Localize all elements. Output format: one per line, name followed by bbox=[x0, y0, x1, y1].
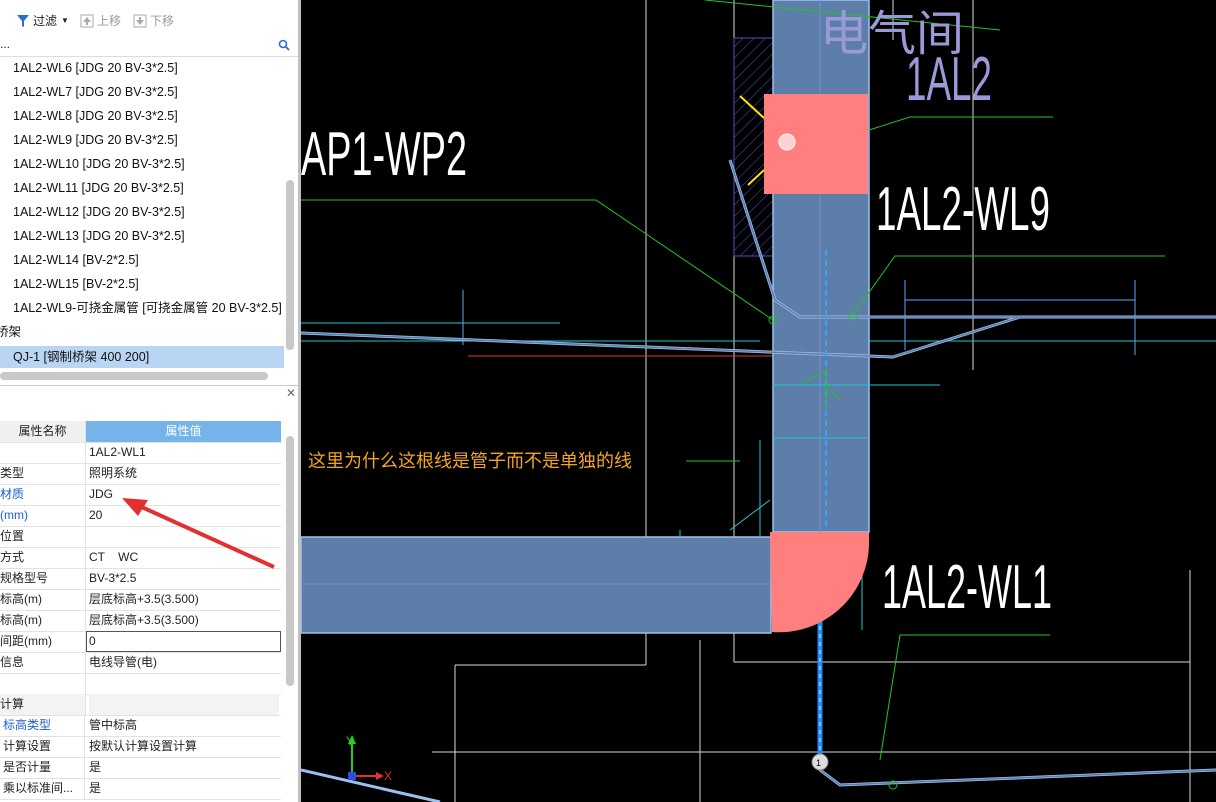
property-name: 计算设置 bbox=[0, 736, 85, 757]
property-row[interactable]: 信息 电线导管(电) bbox=[0, 652, 281, 674]
panel-divider bbox=[0, 385, 298, 400]
search-field[interactable]: ... bbox=[0, 36, 298, 57]
property-row[interactable]: 标高类型 管中标高 bbox=[0, 715, 281, 737]
property-row[interactable] bbox=[0, 673, 281, 695]
property-value-header: 属性值 bbox=[86, 421, 281, 442]
tree-item[interactable]: 1AL2-WL6 [JDG 20 BV-3*2.5] bbox=[13, 57, 178, 79]
tree-horizontal-scrollbar[interactable] bbox=[0, 372, 268, 380]
move-down-button[interactable]: 下移 bbox=[133, 12, 174, 30]
red-arrow-overlay bbox=[122, 498, 275, 569]
tree-item[interactable]: 1AL2-WL13 [JDG 20 BV-3*2.5] bbox=[13, 225, 185, 247]
property-value[interactable]: 是 bbox=[89, 778, 279, 799]
label-ap1-wp2: AP1-WP2 bbox=[301, 120, 467, 189]
tree-item[interactable]: 1AL2-WL15 [BV-2*2.5] bbox=[13, 273, 139, 295]
property-name: 信息 bbox=[0, 652, 86, 673]
red-arrow-line bbox=[134, 502, 275, 569]
tree-item-selected[interactable]: QJ-1 [钢制桥架 400 200] bbox=[0, 346, 284, 368]
axis-y-label: Y bbox=[346, 734, 354, 748]
property-value[interactable]: 电线导管(电) bbox=[89, 652, 279, 673]
tree-item[interactable]: 1AL2-WL8 [JDG 20 BV-3*2.5] bbox=[13, 105, 178, 127]
tree-item[interactable]: 1AL2-WL7 [JDG 20 BV-3*2.5] bbox=[13, 81, 178, 103]
search-icon[interactable] bbox=[278, 39, 290, 51]
property-row[interactable]: 标高(m) 层底标高+3.5(3.500) bbox=[0, 610, 281, 632]
property-group-name: 计算 bbox=[0, 694, 86, 715]
tree-item[interactable]: 1AL2-WL12 [JDG 20 BV-3*2.5] bbox=[13, 201, 185, 223]
tree-item[interactable]: 1AL2-WL9 [JDG 20 BV-3*2.5] bbox=[13, 129, 178, 151]
property-value[interactable] bbox=[89, 673, 279, 694]
tree-group-label[interactable]: 桥架 bbox=[0, 321, 21, 343]
component-tree: 1AL2-WL6 [JDG 20 BV-3*2.5] 1AL2-WL7 [JDG… bbox=[0, 57, 296, 373]
filter-button[interactable]: 过滤 ▼ bbox=[16, 12, 69, 30]
property-name: 乘以标准间... bbox=[0, 778, 85, 799]
box-marker-icon bbox=[778, 133, 796, 151]
tree-item[interactable]: 1AL2-WL10 [JDG 20 BV-3*2.5] bbox=[13, 153, 185, 175]
tree-item[interactable]: 1AL2-WL11 [JDG 20 BV-3*2.5] bbox=[13, 177, 184, 199]
annotation-text: 这里为什么这根线是管子而不是单独的线 bbox=[308, 451, 632, 471]
property-row[interactable]: 计算设置 按默认计算设置计算 bbox=[0, 736, 281, 758]
property-row[interactable]: 间距(mm) 0 bbox=[0, 631, 281, 653]
property-name: 间距(mm) bbox=[0, 631, 86, 652]
elbow-fitting[interactable] bbox=[770, 532, 869, 633]
label-1al2-wl1: 1AL2-WL1 bbox=[882, 553, 1052, 622]
vertical-pipe[interactable] bbox=[772, 0, 870, 533]
search-input[interactable]: ... bbox=[0, 37, 10, 51]
property-header: 属性名称 属性值 bbox=[0, 421, 281, 443]
chevron-down-icon: ▼ bbox=[61, 16, 69, 25]
axis-x-label: X bbox=[384, 769, 392, 783]
property-row[interactable]: 1AL2-WL1 bbox=[0, 442, 281, 464]
property-name bbox=[0, 673, 86, 694]
tree-vertical-scrollbar[interactable] bbox=[286, 180, 294, 350]
cad-canvas[interactable]: 1 电气间 1AL2 AP1-WP2 1AL2-WL9 1AL2-WL1 Y X… bbox=[301, 0, 1216, 802]
property-name-header: 属性名称 bbox=[0, 421, 86, 442]
property-row[interactable]: 乘以标准间... 是 bbox=[0, 778, 281, 800]
arrow-down-icon bbox=[133, 14, 147, 28]
move-up-button[interactable]: 上移 bbox=[80, 12, 121, 30]
property-value bbox=[89, 694, 279, 715]
property-value[interactable]: 1AL2-WL1 bbox=[89, 442, 279, 463]
close-icon[interactable]: ✕ bbox=[286, 386, 296, 400]
tree-item[interactable]: 1AL2-WL9-可挠金属管 [可挠金属管 20 BV-3*2.5] bbox=[13, 297, 282, 319]
property-value-input[interactable]: 0 bbox=[89, 631, 279, 652]
cad-drawing[interactable]: 1 电气间 1AL2 AP1-WP2 1AL2-WL9 1AL2-WL1 Y X bbox=[301, 0, 1216, 802]
property-name: 标高类型 bbox=[0, 715, 85, 736]
property-value[interactable]: 是 bbox=[89, 757, 279, 778]
filter-label: 过滤 bbox=[33, 14, 58, 28]
property-group-row[interactable]: 计算 bbox=[0, 694, 281, 716]
property-name: 标高(m) bbox=[0, 610, 86, 631]
toolbar: 过滤 ▼ 上移 下移 bbox=[0, 8, 298, 34]
property-name: 是否计量 bbox=[0, 757, 85, 778]
horizontal-pipe[interactable] bbox=[301, 536, 772, 634]
property-value[interactable]: 管中标高 bbox=[89, 715, 279, 736]
leader-lines bbox=[301, 0, 1165, 761]
property-value[interactable]: 层底标高+3.5(3.500) bbox=[89, 610, 279, 631]
property-value[interactable]: 按默认计算设置计算 bbox=[89, 736, 279, 757]
move-up-label: 上移 bbox=[97, 14, 122, 28]
node-marker-label: 1 bbox=[816, 758, 821, 768]
ucs-axes-icon: Y X bbox=[346, 734, 392, 783]
arrow-up-icon bbox=[80, 14, 94, 28]
left-panel: 过滤 ▼ 上移 下移 ... 1AL2-WL6 [JDG 20 BV-3*2.5… bbox=[0, 0, 300, 802]
label-1al2-wl9: 1AL2-WL9 bbox=[876, 175, 1050, 244]
filter-icon bbox=[17, 15, 29, 27]
label-1al2: 1AL2 bbox=[906, 45, 992, 114]
tree-item[interactable]: 1AL2-WL14 [BV-2*2.5] bbox=[13, 249, 139, 271]
move-down-label: 下移 bbox=[150, 14, 175, 28]
property-name bbox=[0, 442, 86, 463]
property-row[interactable]: 是否计量 是 bbox=[0, 757, 281, 779]
